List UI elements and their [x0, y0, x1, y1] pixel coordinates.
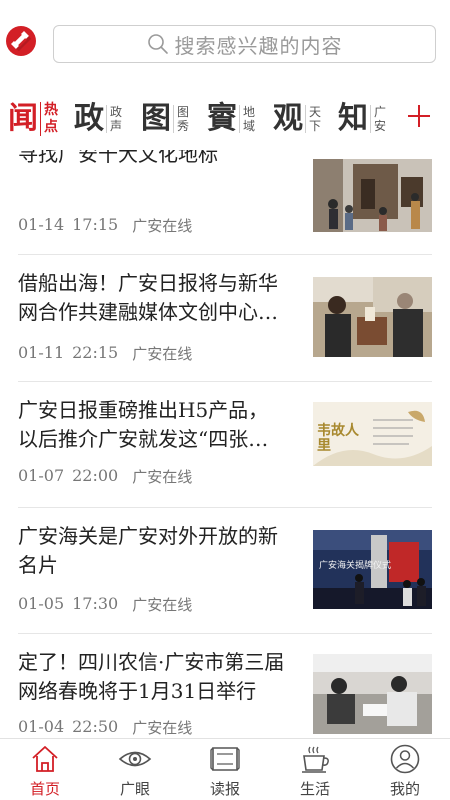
- app-logo-icon[interactable]: [5, 25, 37, 57]
- tab-pictures[interactable]: 图 图 秀: [141, 99, 189, 139]
- nav-mine[interactable]: 我的: [360, 739, 450, 800]
- nav-label: 生活: [299, 780, 330, 798]
- tab-politics[interactable]: 政 政 声: [74, 99, 122, 139]
- article-thumbnail: [313, 277, 432, 357]
- tab-sub-label: 政 声: [106, 105, 122, 133]
- tab-sub-1: 政: [110, 105, 123, 119]
- search-input[interactable]: 搜索感兴趣的内容: [53, 25, 436, 63]
- article-time: 22:15: [72, 343, 119, 362]
- article-thumbnail: [313, 654, 432, 734]
- nav-label: 广眼: [119, 780, 150, 798]
- article-time: 17:30: [72, 594, 119, 613]
- tab-sub-2: 域: [243, 119, 256, 133]
- tab-sub-1: 图: [177, 105, 190, 119]
- tab-sub-2: 声: [110, 119, 123, 133]
- tab-hot[interactable]: 闻 热 点: [8, 99, 58, 139]
- home-icon: [32, 746, 58, 772]
- nav-label: 首页: [29, 780, 60, 798]
- tab-sub-1: 热: [44, 102, 58, 118]
- nav-guangyan[interactable]: 广眼: [90, 739, 180, 800]
- article-source: 广安在线: [132, 217, 193, 235]
- tab-sub-1: 地: [243, 105, 256, 119]
- tab-sub-label: 热 点: [40, 102, 58, 136]
- article-source: 广安在线: [132, 719, 193, 737]
- tab-char: 政: [74, 101, 104, 136]
- article-meta: 01-07 22:00 广安在线: [18, 466, 192, 487]
- article-title: 广安日报重磅推出H5产品，以后推介广安就发这“四张…: [18, 398, 269, 451]
- tab-world[interactable]: 观 天 下: [273, 99, 321, 139]
- tab-char: 图: [141, 101, 171, 136]
- nav-life[interactable]: 生活: [270, 739, 360, 800]
- tab-char: 闻: [8, 101, 38, 136]
- thumbnail-caption: 韦故人里: [317, 423, 359, 454]
- nav-read-paper[interactable]: 读报: [180, 739, 270, 800]
- article-item[interactable]: 广安日报重磅推出H5产品，以后推介广安就发这“四张… 01-07 22:00 广…: [0, 382, 450, 508]
- eye-icon: [118, 751, 152, 767]
- nav-label: 读报: [209, 780, 240, 798]
- article-thumbnail: [313, 159, 432, 232]
- article-item[interactable]: 广安海关是广安对外开放的新名片 01-05 17:30 广安在线 广安海关揭牌仪…: [0, 508, 450, 634]
- coffee-icon: [302, 746, 329, 773]
- article-time: 22:00: [72, 466, 119, 485]
- article-source: 广安在线: [132, 345, 193, 363]
- tab-sub-2: 下: [309, 119, 322, 133]
- search-placeholder: 搜索感兴趣的内容: [174, 33, 343, 58]
- tab-sub-2: 点: [44, 119, 58, 135]
- bottom-nav: 首页 广眼 读报 生活 我的: [0, 738, 450, 800]
- newspaper-icon: [210, 747, 240, 771]
- article-source: 广安在线: [132, 468, 193, 486]
- app-header: 搜索感兴趣的内容: [0, 0, 450, 88]
- article-title: 借船出海！广安日报将与新华网合作共建融媒体文创中心…: [18, 271, 278, 324]
- tab-guangan[interactable]: 知 广 安: [338, 99, 386, 139]
- article-meta: 01-05 17:30 广安在线: [18, 594, 192, 615]
- article-item[interactable]: 寻找广安十大文化地标 01-14 17:15 广安在线: [0, 150, 450, 255]
- tab-sub-label: 广 安: [370, 105, 386, 133]
- article-date: 01-04: [18, 717, 65, 736]
- add-channel-icon[interactable]: [404, 101, 434, 131]
- article-title: 广安海关是广安对外开放的新名片: [18, 524, 278, 577]
- article-meta: 01-04 22:50 广安在线: [18, 717, 192, 738]
- tab-char: 观: [273, 101, 303, 136]
- tab-char: 知: [338, 101, 368, 136]
- article-title: 定了！四川农信·广安市第三届网络春晚将于1月31日举行: [18, 650, 285, 703]
- tab-sub-2: 安: [374, 119, 387, 133]
- article-thumbnail: 广安海关揭牌仪式: [313, 530, 432, 609]
- channel-tabs: 闻 热 点 政 政 声 图 图 秀 賨 地 域 观 天 下 知 广 安: [0, 88, 450, 150]
- article-date: 01-07: [18, 466, 65, 485]
- article-title: 寻找广安十大文化地标: [18, 150, 218, 166]
- tab-sub-1: 广: [374, 105, 387, 119]
- article-list: 寻找广安十大文化地标 01-14 17:15 广安在线 借船出海！广安日报将与新…: [0, 150, 450, 738]
- tab-sub-label: 天 下: [305, 105, 321, 133]
- article-time: 17:15: [72, 215, 119, 234]
- article-date: 01-14: [18, 215, 65, 234]
- nav-label: 我的: [389, 780, 420, 798]
- article-source: 广安在线: [132, 596, 193, 614]
- article-date: 01-05: [18, 594, 65, 613]
- article-item[interactable]: 借船出海！广安日报将与新华网合作共建融媒体文创中心… 01-11 22:15 广…: [0, 255, 450, 381]
- article-meta: 01-14 17:15 广安在线: [18, 215, 192, 236]
- tab-sub-label: 图 秀: [173, 105, 189, 133]
- article-time: 22:50: [72, 717, 119, 736]
- tab-sub-label: 地 域: [239, 105, 255, 133]
- thumbnail-caption: 广安海关揭牌仪式: [319, 561, 392, 571]
- nav-home[interactable]: 首页: [0, 739, 90, 800]
- article-meta: 01-11 22:15 广安在线: [18, 343, 192, 364]
- tab-region[interactable]: 賨 地 域: [207, 99, 255, 139]
- tab-char: 賨: [207, 101, 237, 136]
- article-item[interactable]: 定了！四川农信·广安市第三届网络春晚将于1月31日举行 01-04 22:50 …: [0, 634, 450, 738]
- user-icon: [390, 744, 420, 774]
- article-date: 01-11: [18, 343, 65, 362]
- tab-sub-2: 秀: [177, 119, 190, 133]
- tab-sub-1: 天: [309, 105, 322, 119]
- article-thumbnail: 韦故人里: [313, 402, 432, 466]
- search-icon: [147, 34, 168, 54]
